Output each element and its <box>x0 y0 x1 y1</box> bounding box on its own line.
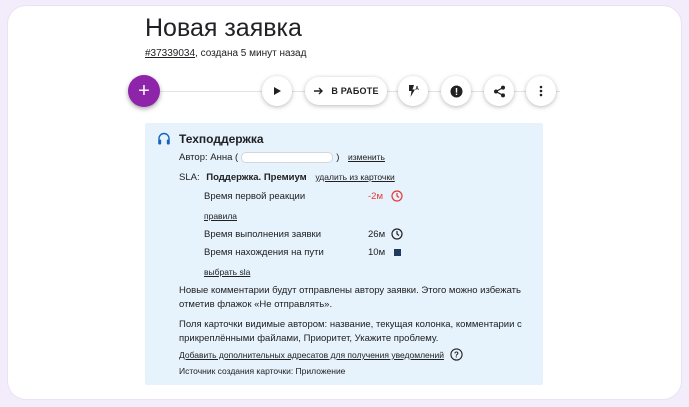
metric-label: Время выполнения заявки <box>204 229 322 240</box>
add-button[interactable]: + <box>128 75 160 107</box>
play-button[interactable] <box>262 76 292 106</box>
clock-icon <box>391 190 403 202</box>
choose-sla-link[interactable]: выбрать sla <box>204 267 250 277</box>
flash-off-button[interactable]: A <box>398 76 428 106</box>
stop-icon <box>394 249 401 256</box>
change-author-link[interactable]: изменить <box>348 152 385 162</box>
remove-sla-link[interactable]: удалить из карточки <box>315 172 394 182</box>
note-text: Поля карточки видимые автором: название,… <box>179 319 522 330</box>
headset-icon <box>158 132 170 145</box>
clock-icon <box>391 228 403 240</box>
add-recipients-link[interactable]: Добавить дополнительных адресатов для по… <box>179 350 444 360</box>
sla-value: Поддержка. Премиум <box>206 172 307 183</box>
sla-row: SLA: Поддержка. Премиум удалить из карто… <box>179 172 395 183</box>
alert-icon <box>450 85 462 97</box>
rules-link[interactable]: правила <box>204 211 237 221</box>
help-icon[interactable]: ? <box>450 348 463 361</box>
metric-label: Время первой реакции <box>204 191 306 202</box>
source-text: Источник создания карточки: Приложение <box>179 366 346 376</box>
note-text: Новые комментарии будут отправлены автор… <box>179 285 521 296</box>
metric-value: -2м <box>368 191 383 202</box>
ticket-id-link[interactable]: #37339034 <box>145 48 195 59</box>
svg-text:?: ? <box>454 350 459 359</box>
author-row: Автор: Анна () изменить <box>179 152 385 163</box>
author-close: ) <box>336 152 340 164</box>
play-icon <box>274 87 281 95</box>
metric-value: 10м <box>368 247 386 258</box>
card-header: Техподдержка <box>179 132 264 146</box>
flash-off-icon: A <box>409 85 419 97</box>
author-email-field <box>241 152 334 163</box>
share-icon <box>493 85 505 97</box>
status-button[interactable]: В РАБОТЕ <box>305 77 387 105</box>
note-text: прикреплёнными файлами, Приоритет, Укажи… <box>179 333 439 344</box>
share-button[interactable] <box>484 76 514 106</box>
ticket-meta: #37339034, создана 5 минут назад <box>145 48 306 59</box>
metric-label: Время нахождения на пути <box>204 247 324 258</box>
created-time: , создана 5 минут назад <box>195 48 307 59</box>
more-vertical-icon <box>539 85 543 97</box>
sla-label: SLA: <box>179 172 200 183</box>
svg-text:A: A <box>415 86 419 92</box>
page-title: Новая заявка <box>145 14 302 42</box>
priority-button[interactable] <box>441 76 471 106</box>
arrow-right-icon <box>314 87 324 95</box>
status-label: В РАБОТЕ <box>331 86 379 96</box>
note-text: отметив флажок «Не отправлять». <box>179 299 333 310</box>
support-card: Техподдержка Автор: Анна () изменить SLA… <box>145 123 543 385</box>
author-label: Автор: Анна ( <box>179 152 239 164</box>
more-button[interactable] <box>526 76 556 106</box>
metric-value: 26м <box>368 229 386 240</box>
